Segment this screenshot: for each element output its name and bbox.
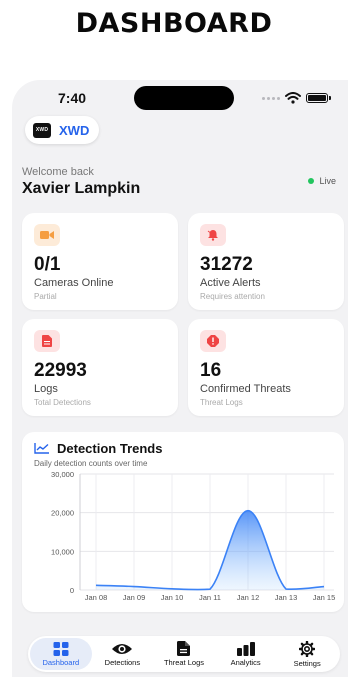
signal-icon xyxy=(262,96,280,100)
status-time: 7:40 xyxy=(58,90,87,106)
y-tick-label: 30,000 xyxy=(51,470,74,479)
detection-trends-chart: 0 10,000 20,000 30,000 Jan 08 Jan 09 Jan 10 Jan… xyxy=(51,470,336,602)
stat-card-logs[interactable]: 22993 Logs Total Detections xyxy=(22,319,178,416)
y-tick-label: 10,000 xyxy=(51,547,74,556)
x-tick-label: Jan 10 xyxy=(161,593,184,602)
bell-icon xyxy=(200,224,226,246)
detection-trends-card: Detection Trends Daily detection counts … xyxy=(22,432,344,612)
user-name: Xavier Lampkin xyxy=(22,180,141,197)
stat-value: 0/1 xyxy=(34,254,61,275)
x-tick-label: Jan 12 xyxy=(237,593,260,602)
brand-name: XWD xyxy=(59,122,90,138)
eye-icon xyxy=(112,643,133,654)
tab-analytics[interactable]: Analytics xyxy=(215,638,277,670)
brand-pill[interactable]: XWD XWD xyxy=(25,116,100,144)
battery-icon xyxy=(306,93,331,103)
bottom-tab-bar: Dashboard Detections Threat Logs Analyti… xyxy=(28,636,340,672)
stat-label: Confirmed Threats xyxy=(200,383,291,395)
stat-label: Logs xyxy=(34,383,58,395)
file-icon xyxy=(177,641,191,656)
stat-sub: Partial xyxy=(34,292,57,301)
tab-label: Settings xyxy=(293,658,321,668)
live-indicator: Live xyxy=(308,176,336,186)
dynamic-island xyxy=(134,86,234,110)
tab-label: Threat Logs xyxy=(163,658,204,667)
stat-label: Cameras Online xyxy=(34,277,114,289)
stat-card-alerts[interactable]: 31272 Active Alerts Requires attention xyxy=(188,213,344,310)
chart-header: Detection Trends xyxy=(34,441,162,456)
status-icons xyxy=(262,92,331,104)
stat-label: Active Alerts xyxy=(200,277,261,289)
tab-threat-logs[interactable]: Threat Logs xyxy=(153,638,215,670)
x-tick-label: Jan 13 xyxy=(275,593,298,602)
brand-logo: XWD xyxy=(33,122,51,138)
gear-icon xyxy=(299,640,316,657)
x-tick-label: Jan 09 xyxy=(123,593,146,602)
stat-card-cameras[interactable]: 0/1 Cameras Online Partial xyxy=(22,213,178,310)
x-tick-label: Jan 15 xyxy=(313,593,336,602)
bar-chart-icon xyxy=(236,641,255,656)
chart-title: Detection Trends xyxy=(57,441,163,456)
stat-sub: Requires attention xyxy=(200,292,265,301)
live-label: Live xyxy=(319,176,336,186)
stat-value: 31272 xyxy=(200,254,253,275)
document-icon xyxy=(34,330,60,352)
x-tick-label: Jan 11 xyxy=(199,593,221,602)
live-dot-icon xyxy=(308,178,315,184)
alert-icon xyxy=(200,330,226,352)
x-tick-label: Jan 08 xyxy=(85,593,108,602)
video-camera-icon xyxy=(34,224,60,246)
wifi-icon xyxy=(285,92,301,104)
phone-screen: 7:40 XWD XWD Welcome back Xavier Lampkin… xyxy=(12,80,348,677)
tab-detections[interactable]: Detections xyxy=(92,638,154,670)
tab-label: Detections xyxy=(104,657,141,667)
y-tick-label: 20,000 xyxy=(51,509,74,518)
stat-card-threats[interactable]: 16 Confirmed Threats Threat Logs xyxy=(188,319,344,416)
tab-settings[interactable]: Settings xyxy=(276,638,338,670)
welcome-text: Welcome back xyxy=(22,166,94,178)
stat-value: 16 xyxy=(200,360,222,381)
line-chart-icon xyxy=(34,443,49,454)
stat-sub: Total Detections xyxy=(34,398,91,407)
stat-value: 22993 xyxy=(34,360,87,381)
tab-dashboard[interactable]: Dashboard xyxy=(30,638,92,670)
tab-label: Analytics xyxy=(230,657,261,667)
tab-label: Dashboard xyxy=(42,657,80,667)
stat-sub: Threat Logs xyxy=(200,398,243,407)
y-tick-label: 0 xyxy=(70,586,74,595)
page-banner-title: DASHBOARD xyxy=(75,8,273,39)
grid-icon xyxy=(53,641,69,656)
